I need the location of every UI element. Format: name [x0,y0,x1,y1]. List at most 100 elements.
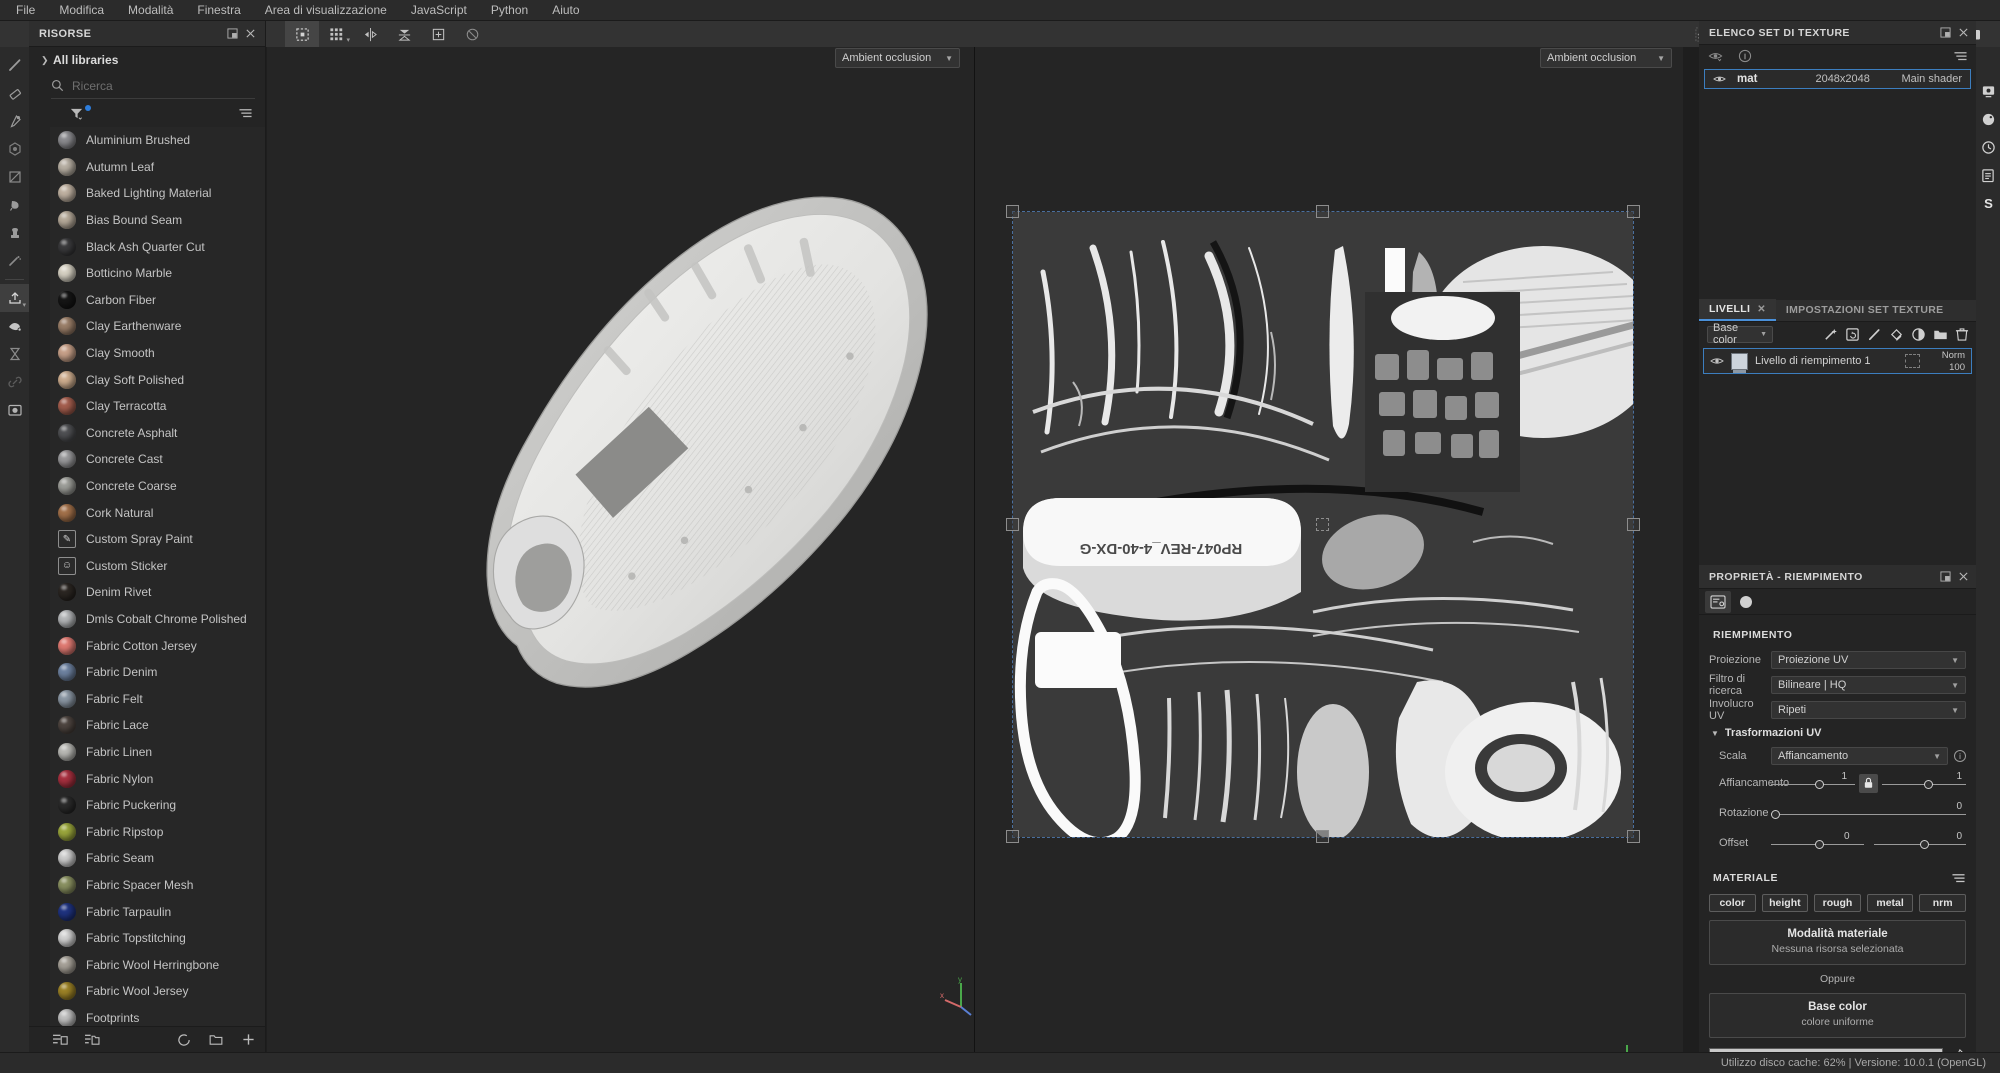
tab-impostazioni-set-texture[interactable]: IMPOSTAZIONI SET TEXTURE [1776,299,1954,321]
search-input[interactable] [72,78,255,93]
layer-opacity[interactable]: 100 [1949,362,1965,373]
list-item[interactable]: Fabric Wool Herringbone [50,951,265,978]
properties-tab[interactable] [1705,590,1731,613]
list-item[interactable]: Fabric Seam [50,845,265,872]
log-icon[interactable] [1976,161,2000,189]
list-item[interactable]: Fabric Cotton Jersey [50,632,265,659]
list-item[interactable]: ✎ Custom Spray Paint [50,526,265,553]
material-mode-dropzone[interactable]: Modalità materiale Nessuna risorsa selez… [1709,920,1966,965]
filter-icon[interactable] [69,106,84,121]
uv-handle-top-left[interactable] [1006,205,1019,218]
channel-metal-button[interactable]: metal [1866,894,1914,912]
base-color-dropzone[interactable]: Base color colore uniforme [1709,993,1966,1038]
close-panel-button[interactable] [241,25,259,43]
material-options-icon[interactable] [1950,870,1966,886]
list-item[interactable]: Fabric Puckering [50,792,265,819]
layer-visibility-icon[interactable] [1710,356,1724,366]
display-settings-icon[interactable] [1976,77,2000,105]
polygon-fill-tool[interactable] [0,191,29,219]
menu-item-file[interactable]: File [4,0,47,21]
uv-handle-top-center[interactable] [1316,205,1329,218]
undock-texture-set-list-button[interactable] [1936,24,1954,42]
menu-item-python[interactable]: Python [479,0,540,21]
rotation-slider[interactable]: 0 [1771,801,1966,824]
clone-stamp-tool[interactable] [0,219,29,247]
history-icon[interactable] [1976,133,2000,161]
list-item[interactable]: Aluminium Brushed [50,127,265,154]
channel-rough-button[interactable]: rough [1814,894,1861,912]
list-item[interactable]: Autumn Leaf [50,154,265,181]
list-item[interactable]: Dmls Cobalt Chrome Polished [50,606,265,633]
add-plane-tool-button[interactable] [421,21,455,47]
list-item[interactable]: Baked Lighting Material [50,180,265,207]
list-item[interactable]: Botticino Marble [50,260,265,287]
reset-tool-button[interactable] [455,21,489,47]
export-tool[interactable]: ▾ [0,284,29,312]
menu-item-aiuto[interactable]: Aiuto [540,0,591,21]
resources-list[interactable]: Aluminium Brushed Autumn Leaf Baked Lighti… [50,127,265,1026]
menu-item-finestra[interactable]: Finestra [185,0,252,21]
smudge-tool[interactable] [0,247,29,275]
layer-mask-slot[interactable] [1905,354,1920,368]
list-item[interactable]: Fabric Ripstop [50,818,265,845]
list-item[interactable]: Cork Natural [50,499,265,526]
list-item[interactable]: Fabric Lace [50,712,265,739]
add-smart-material-icon[interactable] [1844,326,1860,342]
offset-u-slider[interactable]: 0 [1771,831,1864,854]
add-icon[interactable] [239,1031,257,1049]
list-item[interactable]: Fabric Spacer Mesh [50,872,265,899]
offset-v-slider[interactable]: 0 [1873,831,1966,854]
list-item[interactable]: Clay Soft Polished [50,366,265,393]
list-item[interactable]: Fabric Felt [50,685,265,712]
list-item[interactable]: Fabric Linen [50,739,265,766]
tiling-lock-button[interactable] [1859,773,1878,793]
camera-tool[interactable] [0,396,29,424]
layer-blend-mode[interactable]: Norm [1942,350,1965,361]
menu-item-modifica[interactable]: Modifica [47,0,116,21]
uv-handle-top-right[interactable] [1627,205,1640,218]
uv-handle-bottom-center[interactable] [1316,830,1329,843]
list-item[interactable]: Clay Earthenware [50,313,265,340]
menu-item-area-di-visualizzazione[interactable]: Area di visualizzazione [253,0,399,21]
rect-select-tool-button[interactable] [285,21,319,47]
substance-icon[interactable]: S [1976,189,2000,217]
uv-handle-center[interactable] [1316,518,1329,531]
toggle-visibility-icon[interactable] [1707,48,1723,64]
layer-channel-select[interactable]: Base color ▼ [1707,322,1773,346]
channel-color-button[interactable]: color [1709,894,1756,912]
list-item[interactable]: Concrete Coarse [50,473,265,500]
add-effect-icon[interactable] [1822,326,1838,342]
link-tool[interactable] [0,368,29,396]
close-texture-set-list-button[interactable] [1954,24,1972,42]
uv-texture-canvas[interactable]: RP047-REV_4-40-DX-G [1006,205,1640,843]
list-item[interactable]: Clay Terracotta [50,393,265,420]
tiling-u-slider[interactable]: 1 [1771,771,1855,794]
uv-handle-bottom-left[interactable] [1006,830,1019,843]
eraser-tool[interactable] [0,79,29,107]
tiling-v-slider[interactable]: 1 [1882,771,1966,794]
uv-handle-mid-right[interactable] [1627,518,1640,531]
list-item[interactable]: ☺ Custom Sticker [50,553,265,580]
material-preview-tab[interactable] [1733,591,1759,613]
new-folder-icon[interactable] [207,1031,225,1049]
menu-item-modalita[interactable]: Modalità [116,0,185,21]
grid-select-tool-button[interactable]: ▾ [319,21,353,47]
projection-select[interactable]: Proiezione UV ▼ [1771,651,1966,669]
filter-select[interactable]: Bilineare | HQ ▼ [1771,676,1966,694]
tab-livelli[interactable]: LIVELLI ✕ [1699,299,1776,321]
geometry-decal-tool[interactable] [0,135,29,163]
list-item[interactable]: Fabric Topstitching [50,925,265,952]
add-mask-icon[interactable] [1910,326,1926,342]
uv-wrap-select[interactable]: Ripeti ▼ [1771,701,1966,719]
viewport-3d[interactable]: y x [267,47,975,1052]
viewport-3d-channel-select[interactable]: Ambient occlusion ▼ [835,48,960,68]
brush-tool[interactable] [0,51,29,79]
bake-tool[interactable] [0,340,29,368]
texture-set-visibility-icon[interactable] [1713,74,1727,84]
list-item[interactable]: Fabric Wool Jersey [50,978,265,1005]
list-item[interactable]: Footprints [50,1005,265,1026]
close-properties-button[interactable] [1954,568,1972,586]
undock-panel-button[interactable] [223,25,241,43]
list-item[interactable]: Black Ash Quarter Cut [50,233,265,260]
list-item[interactable]: Clay Smooth [50,340,265,367]
